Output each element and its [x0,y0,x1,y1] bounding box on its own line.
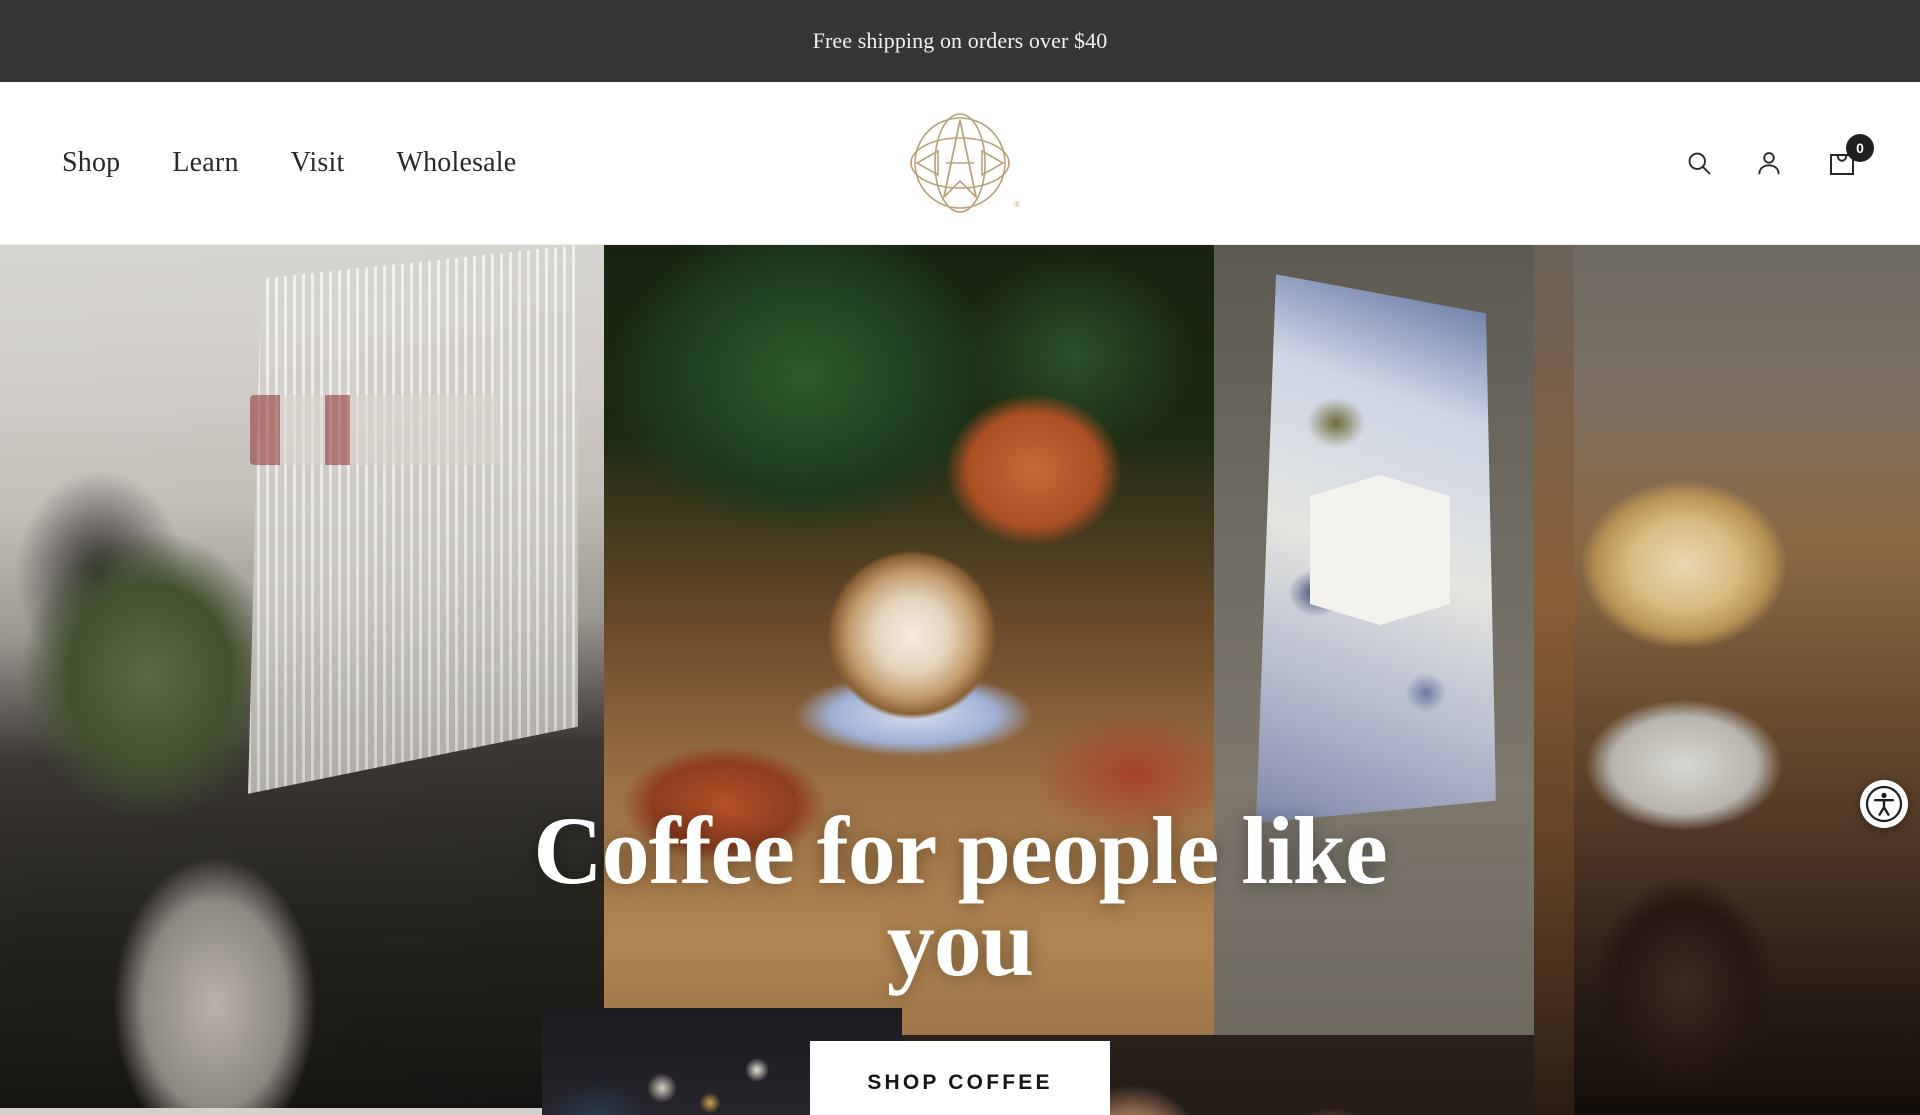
announcement-text: Free shipping on orders over $40 [812,28,1108,53]
site-logo[interactable]: ® [904,107,1020,219]
compass-star-monogram-logo [910,113,1010,213]
search-icon[interactable] [1682,146,1716,180]
accessibility-widget-button[interactable] [1860,780,1908,828]
primary-navigation: Shop Learn Visit Wholesale [62,149,516,177]
hero-section: M Coffee for people like you SHOP COFFEE [0,245,1920,1115]
account-icon[interactable] [1752,146,1786,180]
shop-coffee-button[interactable]: SHOP COFFEE [810,1041,1110,1115]
site-header: Shop Learn Visit Wholesale ® 0 [0,82,1920,245]
hero-copy: Coffee for people like you SHOP COFFEE [0,797,1920,1115]
nav-link-shop[interactable]: Shop [62,149,120,177]
cart-button[interactable]: 0 [1822,134,1874,183]
nav-link-wholesale[interactable]: Wholesale [396,149,516,177]
cart-count-badge: 0 [1846,134,1874,162]
hero-headline: Coffee for people like you [533,797,1387,997]
announcement-bar: Free shipping on orders over $40 [0,0,1920,82]
header-actions: 0 [1682,134,1874,183]
accessibility-icon [1865,785,1903,823]
nav-link-visit[interactable]: Visit [291,149,345,177]
logo-trademark: ® [1014,200,1020,209]
nav-link-learn[interactable]: Learn [172,149,238,177]
